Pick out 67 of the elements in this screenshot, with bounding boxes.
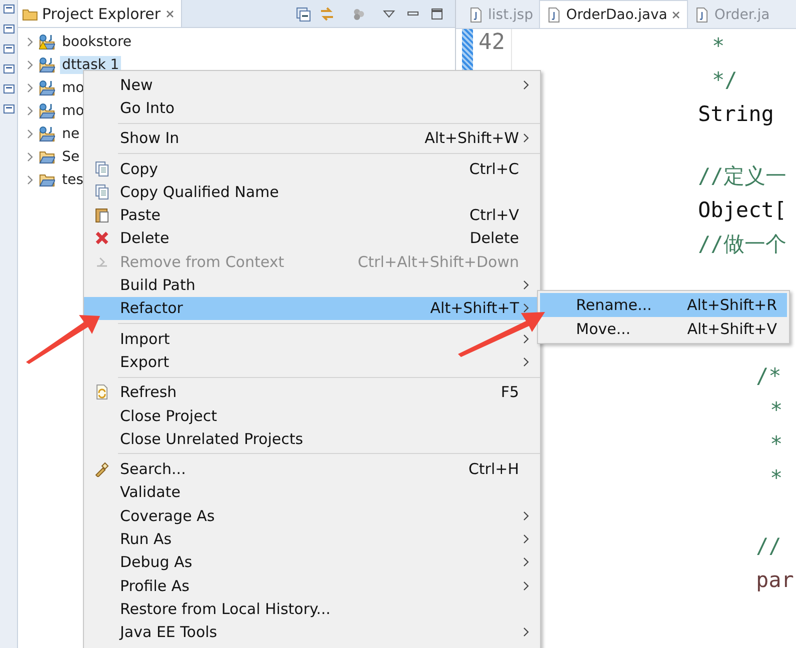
code-line: //做一个 xyxy=(698,231,788,258)
view-tab[interactable]: Project Explorer xyxy=(18,0,182,27)
code-line: par xyxy=(756,567,794,594)
menu-item[interactable]: Move... Alt+Shift+V xyxy=(540,317,787,341)
view-icon[interactable] xyxy=(2,22,14,36)
menu-item[interactable]: Close Unrelated Projects xyxy=(84,427,540,450)
menu-item[interactable]: Run As xyxy=(84,527,540,551)
menu-item[interactable]: Debug As xyxy=(84,550,540,574)
delete-icon xyxy=(94,230,110,246)
menu-item[interactable]: Build Path xyxy=(84,273,540,297)
code-line: // xyxy=(756,533,782,560)
line-number: 42 xyxy=(478,29,505,57)
menu-item[interactable]: Coverage As xyxy=(84,504,540,528)
view-icon[interactable] xyxy=(2,82,14,96)
project-item[interactable]: dttask 1 xyxy=(60,56,122,74)
menu-item[interactable]: Rename... Alt+Shift+R xyxy=(540,293,787,317)
view-icon[interactable] xyxy=(2,42,14,56)
code-line: * xyxy=(769,465,784,492)
menu-item[interactable]: Delete Delete xyxy=(84,226,540,250)
file-icon xyxy=(694,6,710,22)
file-icon xyxy=(546,6,562,22)
menu-item[interactable]: New xyxy=(84,73,540,96)
code-line: //定义一 xyxy=(698,163,788,190)
clipboard-icon xyxy=(94,207,110,224)
code-line: * xyxy=(769,397,784,424)
collapse-all-icon[interactable] xyxy=(295,6,311,22)
refresh-icon xyxy=(94,384,110,400)
code-line: * xyxy=(711,33,726,60)
project-item[interactable]: bookstore xyxy=(60,32,134,50)
menu-item[interactable]: Show In Alt+Shift+W xyxy=(84,126,540,150)
code-line: */ xyxy=(711,67,738,94)
menu-item[interactable]: Paste Ctrl+V xyxy=(84,203,540,227)
change-marker xyxy=(462,29,473,73)
menu-item[interactable]: Copy Ctrl+C xyxy=(84,156,540,180)
view-icon[interactable] xyxy=(2,102,14,116)
code-line: Object[ xyxy=(698,197,788,224)
menu-item[interactable]: Search... Ctrl+H xyxy=(84,457,540,481)
view-icon[interactable] xyxy=(2,2,14,16)
menu-item[interactable]: Refactor Alt+Shift+T xyxy=(84,296,540,320)
maximize-icon[interactable] xyxy=(429,6,445,22)
menu-item[interactable]: Validate xyxy=(84,480,540,504)
menu-item[interactable]: Copy Qualified Name xyxy=(84,180,540,204)
view-title: Project Explorer xyxy=(42,4,161,22)
menu-item[interactable]: Restore from Local History... xyxy=(84,597,540,621)
file-icon xyxy=(468,6,484,22)
code-line: * xyxy=(769,431,784,458)
menu-item[interactable]: Refresh F5 xyxy=(84,380,540,404)
view-icon[interactable] xyxy=(2,62,14,76)
editor-tab[interactable]: OrderDao.java xyxy=(539,0,688,28)
menu-item[interactable]: Go Into xyxy=(84,96,540,120)
copy-icon xyxy=(94,160,110,177)
project-item[interactable]: tes xyxy=(60,170,86,188)
project-item[interactable]: Se xyxy=(60,148,82,166)
flashlight-icon xyxy=(94,461,110,478)
close-icon[interactable] xyxy=(671,10,682,20)
menu-item[interactable]: Close Project xyxy=(84,404,540,428)
project-item[interactable]: mo xyxy=(60,78,86,96)
menu-item[interactable]: Java EE Tools xyxy=(84,620,540,644)
copy-icon xyxy=(94,184,110,200)
project-item[interactable]: mo xyxy=(60,102,86,120)
code-line: /* xyxy=(756,363,782,390)
code-line: String xyxy=(698,101,775,128)
close-icon[interactable] xyxy=(164,8,175,18)
menu-item[interactable]: Import xyxy=(84,326,540,350)
menu-item[interactable]: Export xyxy=(84,350,540,374)
menu-item[interactable]: Profile As xyxy=(84,574,540,598)
project-item[interactable]: ne xyxy=(60,124,82,142)
